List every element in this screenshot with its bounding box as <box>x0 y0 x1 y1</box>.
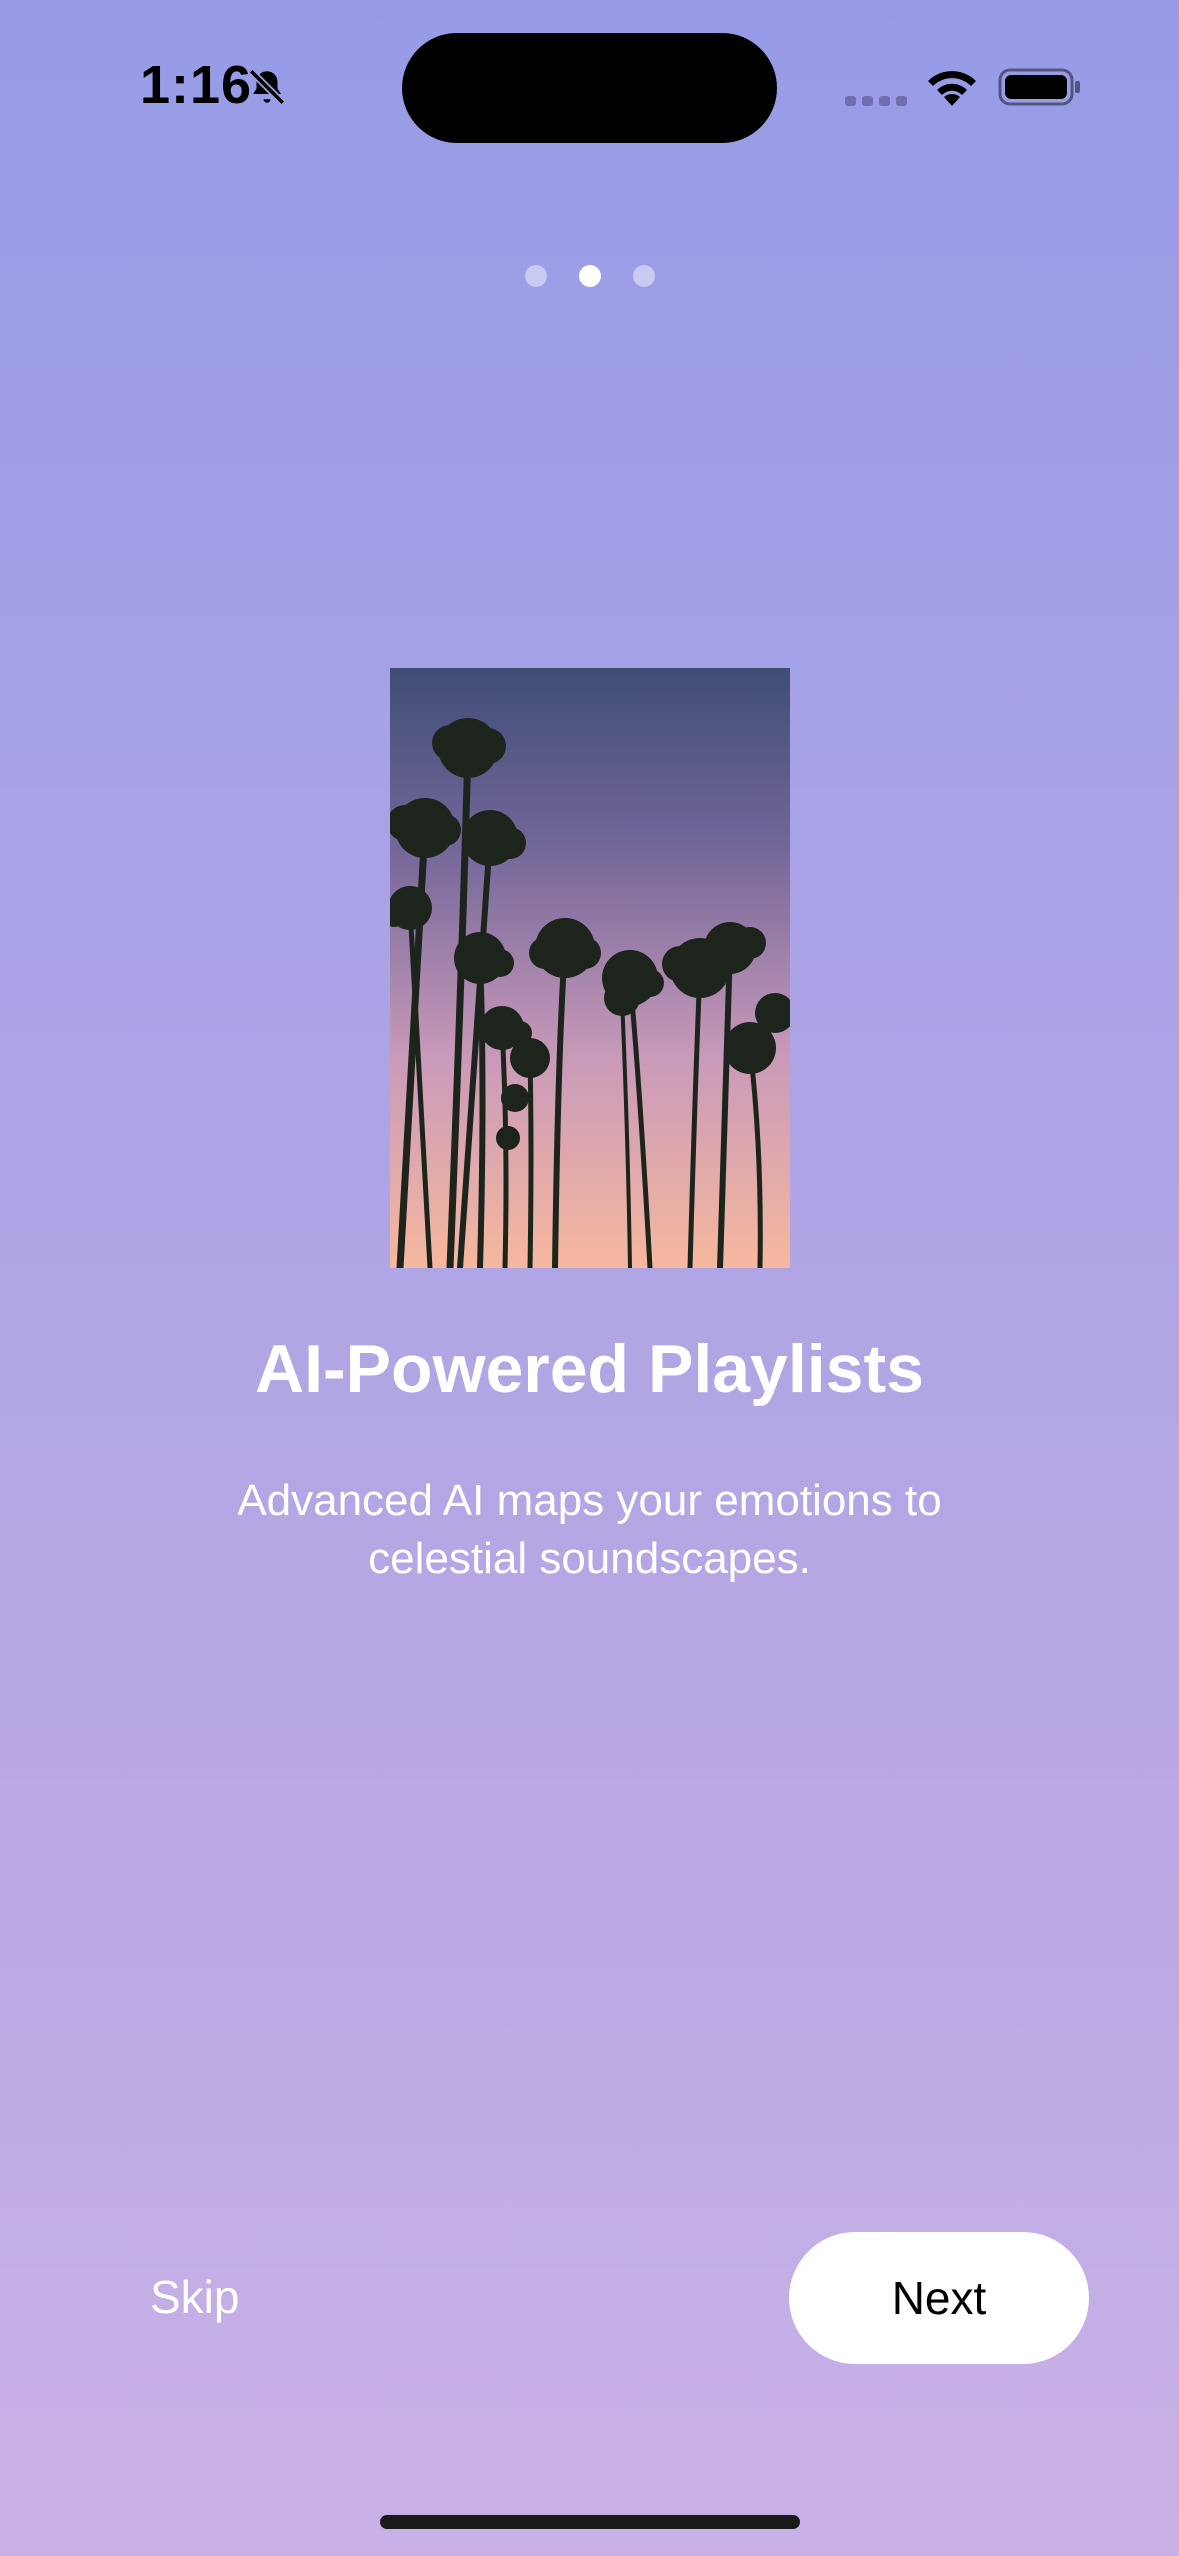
page-indicator <box>525 263 655 289</box>
palm-trees-sunset-photo <box>390 668 790 1268</box>
page-dot-1[interactable] <box>525 265 547 287</box>
page-dot-2-active[interactable] <box>579 265 601 287</box>
page-subtitle: Advanced AI maps your emotions to celest… <box>237 1476 942 1583</box>
status-bar: 1:16 <box>0 0 1179 175</box>
home-indicator[interactable] <box>380 2515 800 2529</box>
bell-slash-icon <box>248 68 286 106</box>
page-dot-3[interactable] <box>633 265 655 287</box>
battery-icon <box>998 68 1080 106</box>
hero-image <box>390 668 790 1268</box>
page-title: AI-Powered Playlists <box>255 1331 924 1407</box>
cellular-signal-icon <box>845 96 907 106</box>
next-button[interactable]: Next <box>789 2232 1089 2364</box>
status-time: 1:16 <box>140 55 253 115</box>
wifi-icon <box>928 71 976 106</box>
skip-button[interactable]: Skip <box>150 2262 270 2332</box>
dynamic-island <box>402 33 777 143</box>
